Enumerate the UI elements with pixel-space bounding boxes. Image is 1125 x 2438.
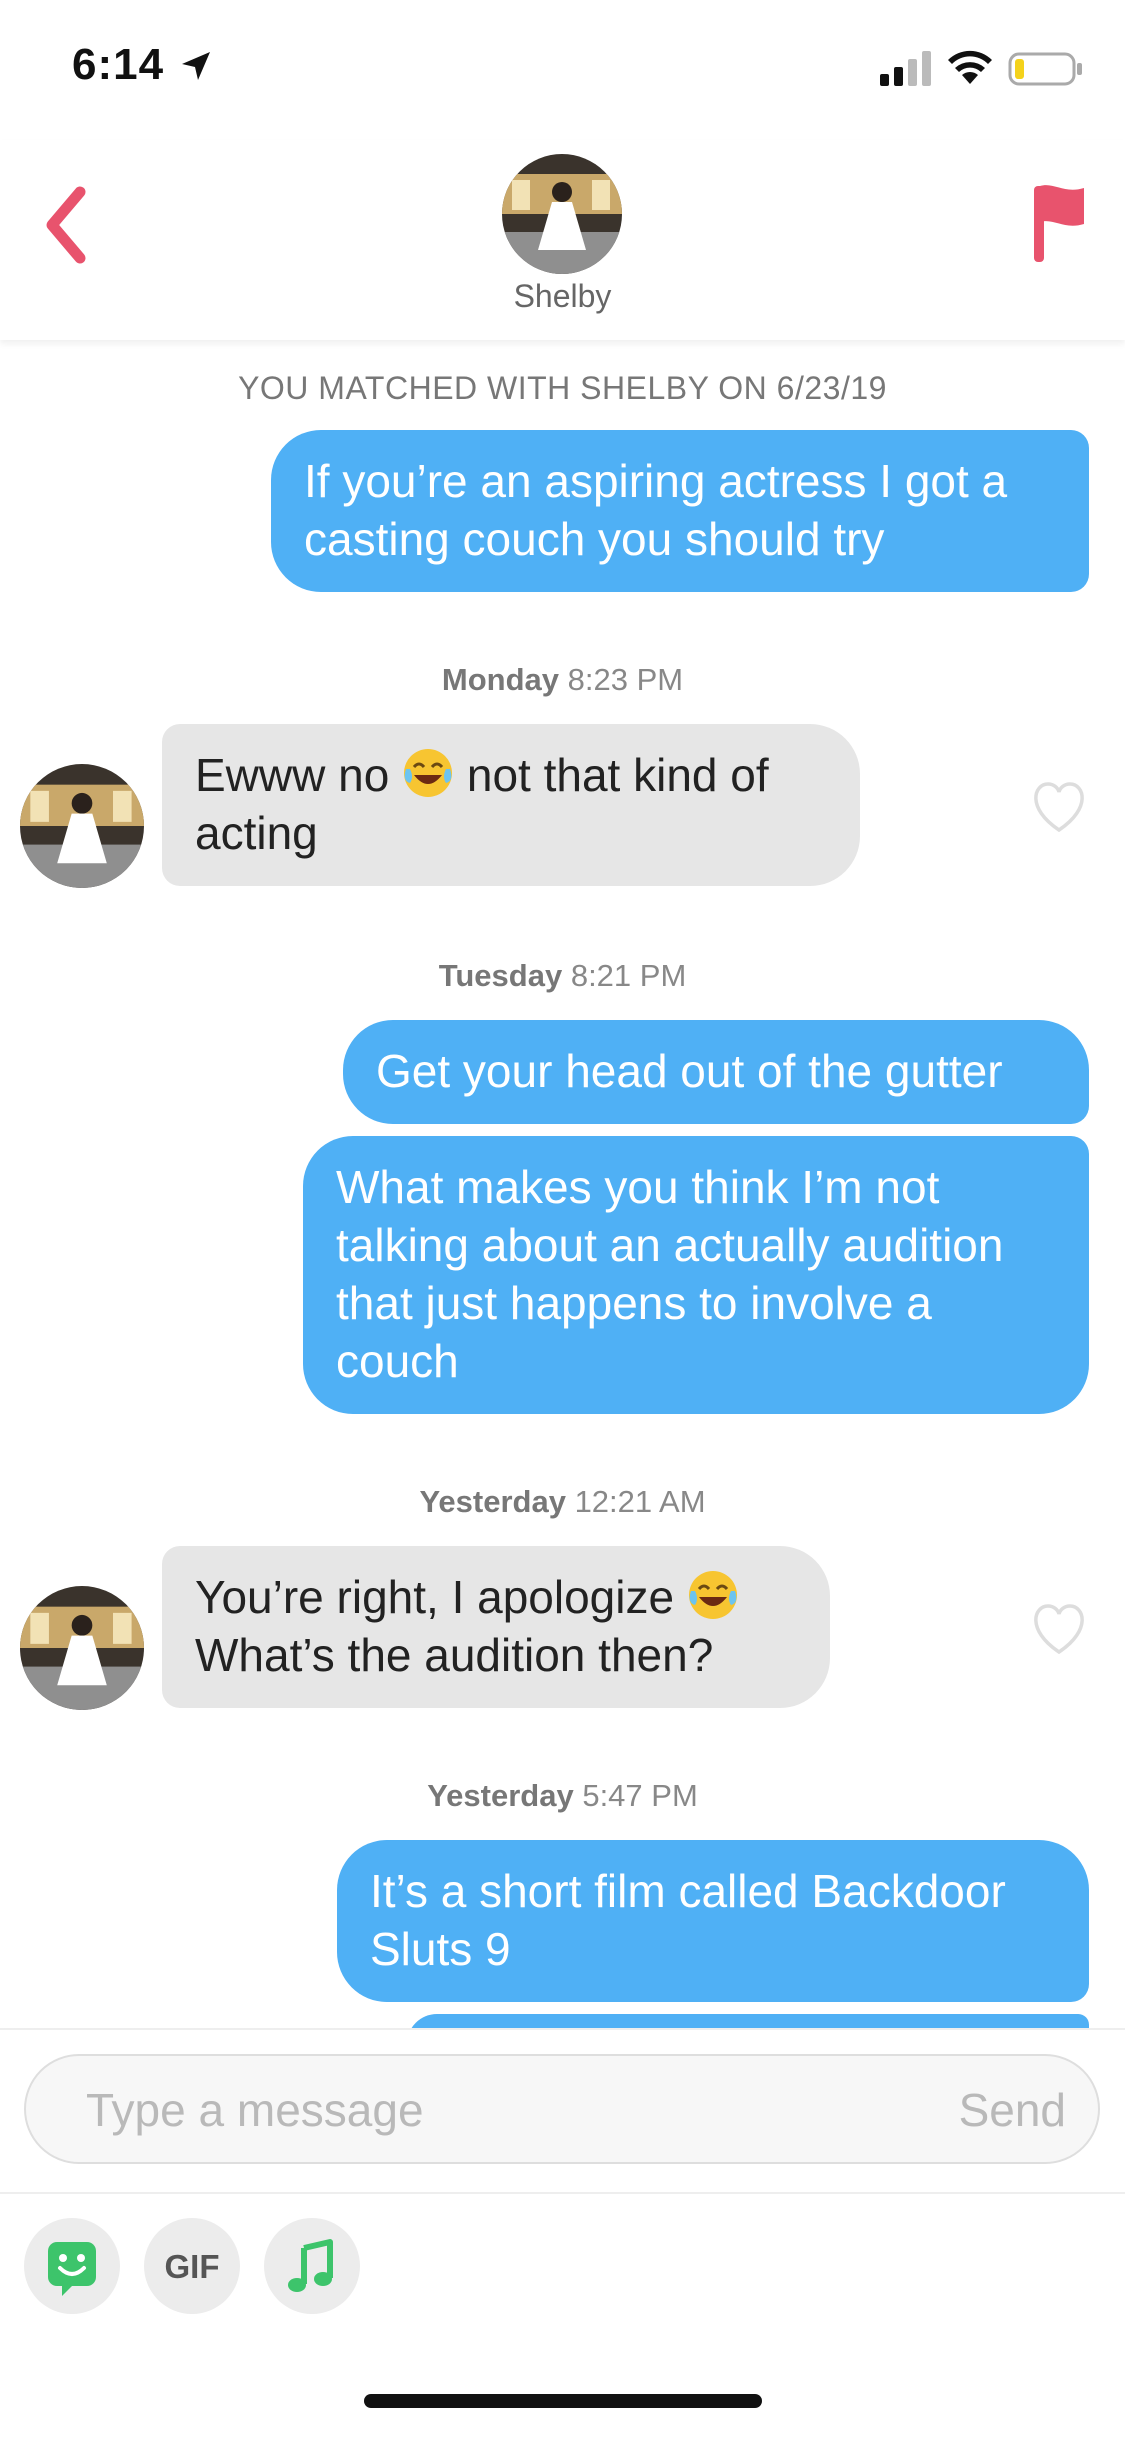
- music-button[interactable]: [264, 2218, 360, 2314]
- avatar-photo: [20, 764, 144, 888]
- outgoing-message-partial[interactable]: [407, 2014, 1089, 2028]
- message-timestamp: Monday 8:23 PM: [0, 662, 1125, 698]
- match-notice: YOU MATCHED WITH SHELBY ON 6/23/19: [238, 370, 887, 406]
- message-input[interactable]: Type a message Send: [24, 2054, 1100, 2164]
- timestamp-time: 8:23 PM: [567, 662, 684, 697]
- message-text: You’re right, I apologize: [195, 1571, 675, 1623]
- message-timestamp: Yesterday 5:47 PM: [0, 1778, 1125, 1814]
- battery-icon: [1008, 52, 1082, 86]
- message-input-placeholder: Type a message: [86, 2084, 424, 2136]
- message-timestamp: Tuesday 8:21 PM: [0, 958, 1125, 994]
- chat-header: Shelby: [0, 140, 1125, 340]
- heart-like-icon[interactable]: [1030, 1602, 1088, 1656]
- message-timestamp: Yesterday 12:21 AM: [0, 1484, 1125, 1520]
- message-line: If you’re an aspiring actress I got a: [304, 455, 1008, 507]
- match-avatar[interactable]: [20, 1586, 144, 1710]
- face-with-tears-of-joy-icon: [688, 1571, 737, 1619]
- message-text: Ewww no: [195, 749, 390, 801]
- gif-label: GIF: [164, 2248, 220, 2285]
- message-thread[interactable]: YOU MATCHED WITH SHELBY ON 6/23/19 If yo…: [0, 340, 1125, 2028]
- gif-button[interactable]: GIF: [144, 2218, 240, 2314]
- outgoing-message[interactable]: Get your head out of the gutter: [343, 1020, 1089, 1124]
- message-text: not that kind of: [466, 749, 769, 801]
- match-avatar[interactable]: [502, 154, 622, 274]
- match-name: Shelby: [513, 278, 612, 314]
- status-bar: 6:14: [0, 0, 1125, 140]
- music-note-icon: [288, 2239, 333, 2292]
- incoming-message[interactable]: You’re right, I apologize What’s the aud…: [162, 1546, 830, 1708]
- incoming-message[interactable]: Ewww no not that kind of acting: [162, 724, 860, 886]
- cellular-signal-icon: [880, 51, 931, 86]
- message-line: You’re right, I apologize: [195, 1568, 797, 1626]
- report-flag-icon[interactable]: [1030, 178, 1090, 268]
- message-line: couch: [336, 1335, 459, 1387]
- message-line: casting couch you should try: [304, 513, 885, 565]
- outgoing-message[interactable]: It’s a short film called Backdoor Sluts …: [337, 1840, 1089, 2002]
- location-arrow-icon: [182, 52, 210, 80]
- send-button[interactable]: Send: [959, 2083, 1066, 2137]
- message-composer: Type a message Send GIF: [0, 2028, 1125, 2438]
- avatar-photo: [502, 154, 622, 274]
- heart-like-icon[interactable]: [1030, 780, 1088, 834]
- home-indicator[interactable]: [364, 2394, 762, 2408]
- message-line: that just happens to involve a: [336, 1277, 932, 1329]
- message-line: What’s the audition then?: [195, 1629, 714, 1681]
- timestamp-time: 5:47 PM: [582, 1778, 698, 1813]
- avatar-photo: [20, 1586, 144, 1710]
- message-line: It’s a short film called Backdoor: [370, 1865, 1006, 1917]
- outgoing-message[interactable]: What makes you think I’m not talking abo…: [303, 1136, 1089, 1414]
- back-chevron-icon[interactable]: [40, 180, 100, 270]
- face-with-tears-of-joy-icon: [404, 749, 453, 797]
- message-line: Ewww no not that kind of: [195, 746, 827, 804]
- match-avatar[interactable]: [20, 764, 144, 888]
- sticker-icon: [48, 2242, 96, 2296]
- timestamp-time: 8:21 PM: [570, 958, 687, 993]
- timestamp-day: Yesterday: [427, 1778, 574, 1813]
- message-line: acting: [195, 807, 318, 859]
- timestamp-day: Monday: [441, 662, 560, 697]
- timestamp-day: Tuesday: [438, 958, 563, 993]
- message-line: What makes you think I’m not: [336, 1161, 940, 1213]
- outgoing-message[interactable]: If you’re an aspiring actress I got a ca…: [271, 430, 1089, 592]
- wifi-icon: [948, 50, 992, 84]
- message-line: Get your head out of the gutter: [376, 1045, 1003, 1097]
- timestamp-time: 12:21 AM: [574, 1484, 706, 1519]
- divider: [0, 2192, 1125, 2194]
- status-time: 6:14: [72, 40, 165, 89]
- message-line: Sluts 9: [370, 1923, 511, 1975]
- message-line: talking about an actually audition: [336, 1219, 1004, 1271]
- timestamp-day: Yesterday: [419, 1484, 566, 1519]
- sticker-button[interactable]: [24, 2218, 120, 2314]
